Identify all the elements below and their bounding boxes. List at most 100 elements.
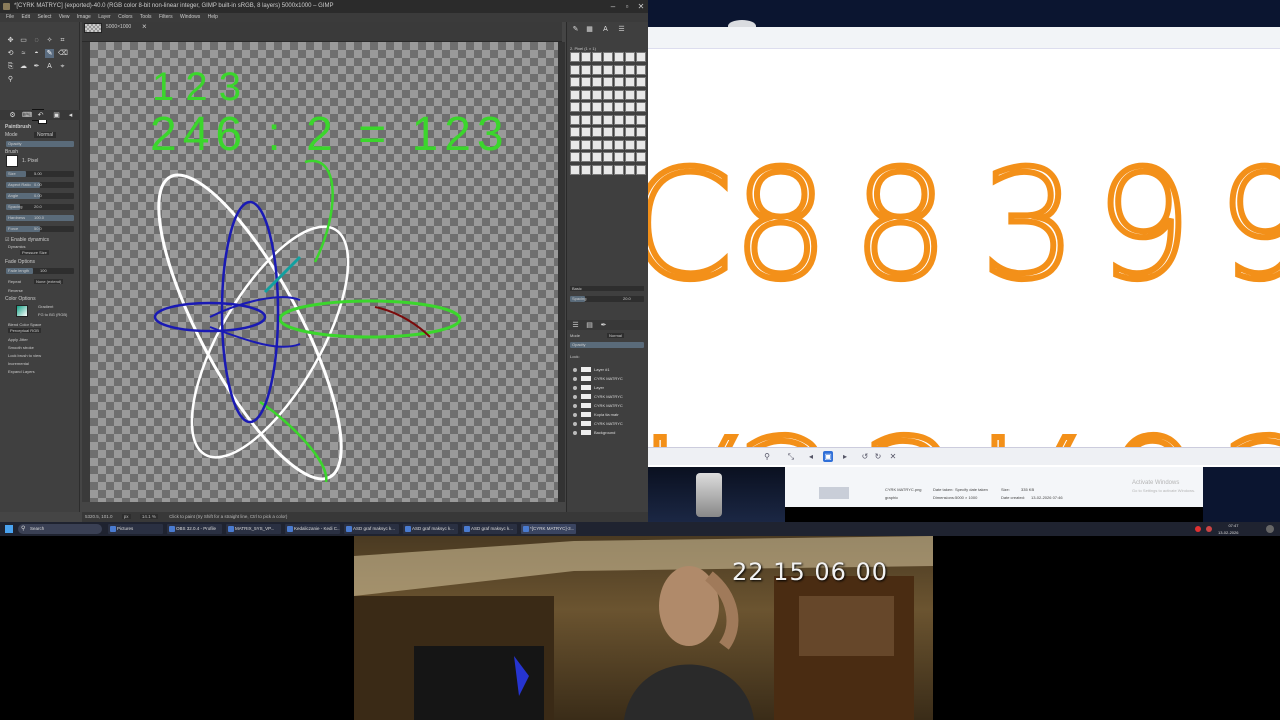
brush-preview[interactable] [6,155,18,167]
document-history-tab-icon[interactable]: ☰ [617,25,626,34]
layer-row[interactable]: Kopia tła matr [571,411,647,419]
layer-visibility-icon[interactable] [573,394,577,399]
brush-swatch[interactable] [592,64,602,75]
delete-icon[interactable]: ✕ [888,451,898,462]
transform-tool-icon[interactable]: ⟲ [6,49,15,58]
brush-swatch[interactable] [570,89,580,100]
dynamics-select[interactable]: Pressure Size [20,250,49,255]
layer-visibility-icon[interactable] [573,367,577,372]
brush-swatch[interactable] [592,102,602,112]
brush-swatch[interactable] [581,102,591,112]
crop-tool-icon[interactable]: ⌗ [58,36,67,45]
brush-swatch[interactable] [592,52,602,62]
tool-options-tab-icon[interactable]: ⚙ [8,111,17,120]
brush-swatch[interactable] [603,164,613,175]
menu-select[interactable]: Select [37,14,51,20]
brush-filter-select[interactable]: Basic [570,286,644,291]
paths-tab-icon[interactable]: ✒ [599,321,608,330]
brush-swatch[interactable] [581,64,591,75]
brush-swatch[interactable] [603,64,613,75]
brush-swatch[interactable] [592,152,602,162]
blend-color-space-select[interactable]: Perceptual RGB [8,328,41,333]
tab-menu-icon[interactable]: ◂ [66,111,75,120]
brush-swatch[interactable] [603,152,613,162]
brush-swatch[interactable] [625,152,635,162]
lock-brush-checkbox[interactable]: Lock brush to view [8,353,41,358]
task-kedi[interactable]: Kedaliczanie - Kedi C... [285,524,340,534]
brush-swatch[interactable] [592,139,602,150]
brush-swatch[interactable] [592,89,602,100]
layer-row[interactable]: Layer [571,384,647,392]
image-tab-thumbnail[interactable] [84,23,102,33]
brush-swatch[interactable] [592,114,602,125]
mode-select[interactable]: Normal [34,132,57,138]
slideshow-icon[interactable]: ▣ [823,451,833,462]
minimize-icon[interactable]: – [606,0,620,13]
eraser-tool-icon[interactable]: ⌫ [58,49,68,58]
brush-swatch[interactable] [636,77,646,87]
brush-swatch[interactable] [625,89,635,100]
canvas-vertical-scrollbar[interactable] [558,42,565,502]
brush-swatch[interactable] [625,52,635,62]
layer-row[interactable]: CYRK MATRYC [571,375,647,383]
brush-swatch[interactable] [625,64,635,75]
menu-edit[interactable]: Edit [21,14,30,20]
layer-visibility-icon[interactable] [573,430,577,435]
image-canvas[interactable]: 1 2 3 246 : 2 = 123 [90,42,558,502]
vertical-ruler[interactable] [82,42,90,502]
brush-swatch[interactable] [570,164,580,175]
undo-history-tab-icon[interactable]: ↶ [36,111,45,120]
fuzzy-select-tool-icon[interactable]: ✧ [45,36,54,45]
brush-swatch[interactable] [614,64,624,75]
maximize-icon[interactable]: ▫ [620,0,634,13]
image-tab-label[interactable]: 5000×1000 [106,24,131,30]
brush-swatch[interactable] [603,52,613,62]
brush-swatch[interactable] [614,52,624,62]
menu-help[interactable]: Help [208,14,218,20]
task-gimp[interactable]: *[CYRK MATRYC]-3... [521,524,576,534]
unit-select[interactable]: px [121,514,131,519]
brush-swatch[interactable] [581,127,591,137]
rotate-right-icon[interactable]: ↻ [873,451,883,462]
task-asd-1[interactable]: ASD graf maksyc k... [344,524,399,534]
color-picker-tool-icon[interactable]: ⌖ [58,62,67,71]
brush-swatch[interactable] [592,127,602,137]
gradient-preview[interactable] [16,305,28,317]
apply-jitter-checkbox[interactable]: Apply Jitter [8,337,28,342]
brush-swatch[interactable] [570,77,580,87]
task-asd-2[interactable]: ASD graf maksyc k... [403,524,458,534]
brush-swatch[interactable] [614,127,624,137]
image-tab-close-icon[interactable]: × [142,22,147,31]
date-taken-value[interactable]: Specify date taken [955,487,988,492]
device-status-tab-icon[interactable]: ⌨ [22,111,32,120]
brush-swatch[interactable] [636,52,646,62]
zoom-icon[interactable]: ⚲ [762,451,772,462]
channels-tab-icon[interactable]: ▤ [585,321,594,330]
enable-dynamics-checkbox[interactable]: ☑ Enable dynamics [5,237,49,243]
repeat-select[interactable]: None (extend) [34,279,64,284]
brush-swatch[interactable] [625,164,635,175]
menu-layer[interactable]: Layer [98,14,111,20]
brush-swatch[interactable] [581,152,591,162]
brush-swatch[interactable] [592,77,602,87]
zoom-select[interactable]: 14.1 % [139,514,158,519]
menu-filters[interactable]: Filters [159,14,173,20]
warp-tool-icon[interactable]: ≈ [19,49,28,58]
brush-swatch[interactable] [636,114,646,125]
brush-swatch[interactable] [570,102,580,112]
brush-swatch[interactable] [581,164,591,175]
brush-swatch[interactable] [581,139,591,150]
brush-swatch[interactable] [614,89,624,100]
task-asd-3[interactable]: ASD graf maksyc k... [462,524,517,534]
notifications-icon[interactable] [1266,525,1274,533]
previous-icon[interactable]: ◂ [806,451,816,462]
layer-visibility-icon[interactable] [573,403,577,408]
menu-tools[interactable]: Tools [140,14,152,20]
brush-swatch[interactable] [614,77,624,87]
incremental-checkbox[interactable]: Incremental [8,361,29,366]
brush-swatch[interactable] [625,127,635,137]
brush-swatch[interactable] [636,89,646,100]
brush-swatch[interactable] [614,164,624,175]
brush-swatch[interactable] [636,139,646,150]
brush-swatch[interactable] [570,52,580,62]
